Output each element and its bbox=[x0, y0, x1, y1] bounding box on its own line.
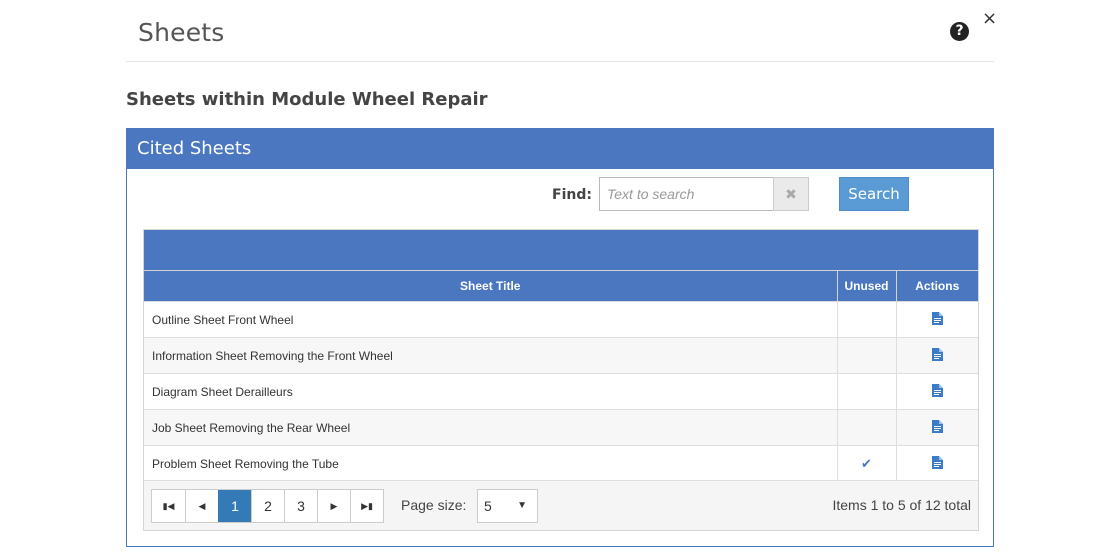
column-header-sheet-title[interactable]: Sheet Title bbox=[144, 270, 837, 302]
column-header-unused[interactable]: Unused bbox=[836, 270, 896, 302]
close-icon[interactable]: × bbox=[982, 8, 997, 29]
next-page-icon[interactable]: ▶ bbox=[317, 490, 350, 522]
pager-buttons: ▮◀ ◀ 1 2 3 ▶ ▶▮ bbox=[151, 489, 384, 523]
page-size-select[interactable]: 5 ▼ bbox=[477, 489, 538, 523]
find-label: Find: bbox=[552, 187, 592, 203]
actions-cell bbox=[895, 409, 978, 446]
table-row[interactable]: Problem Sheet Removing the Tube ✔ bbox=[144, 445, 978, 482]
page-button-1[interactable]: 1 bbox=[218, 490, 251, 522]
cited-sheets-panel: Cited Sheets Find: ✖ Search Sheet Title … bbox=[126, 128, 994, 547]
document-icon[interactable] bbox=[931, 383, 943, 400]
sheet-title-cell: Problem Sheet Removing the Tube bbox=[144, 445, 837, 482]
table-row[interactable]: Job Sheet Removing the Rear Wheel bbox=[144, 409, 978, 446]
page-size-label: Page size: bbox=[401, 497, 467, 513]
document-icon[interactable] bbox=[931, 311, 943, 328]
chevron-down-icon: ▼ bbox=[517, 500, 527, 511]
question-circle-icon[interactable]: ? bbox=[950, 22, 969, 41]
search-input[interactable] bbox=[599, 177, 774, 211]
unused-cell bbox=[836, 409, 896, 446]
unused-cell: ✔ bbox=[836, 445, 896, 482]
sheets-table: Sheet Title Unused Actions Outline Sheet… bbox=[144, 270, 978, 482]
sheets-grid: Sheet Title Unused Actions Outline Sheet… bbox=[143, 229, 979, 531]
checkmark-icon: ✔ bbox=[861, 455, 872, 471]
actions-cell bbox=[895, 445, 978, 482]
grid-toolbar bbox=[144, 230, 978, 270]
actions-cell bbox=[895, 373, 978, 410]
pager: ▮◀ ◀ 1 2 3 ▶ ▶▮ Page size: 5 ▼ Items 1 t… bbox=[144, 480, 978, 530]
modal-title: Sheets bbox=[138, 18, 225, 47]
column-header-actions: Actions bbox=[895, 270, 978, 302]
page-button-3[interactable]: 3 bbox=[284, 490, 317, 522]
document-icon[interactable] bbox=[931, 455, 943, 472]
first-page-icon[interactable]: ▮◀ bbox=[152, 490, 185, 522]
search-button[interactable]: Search bbox=[839, 177, 909, 211]
document-icon[interactable] bbox=[931, 347, 943, 364]
clear-search-button[interactable]: ✖ bbox=[773, 177, 809, 211]
page-subtitle: Sheets within Module Wheel Repair bbox=[126, 89, 488, 110]
table-row[interactable]: Outline Sheet Front Wheel bbox=[144, 301, 978, 338]
unused-cell bbox=[836, 301, 896, 338]
items-info: Items 1 to 5 of 12 total bbox=[832, 497, 971, 513]
last-page-icon[interactable]: ▶▮ bbox=[350, 490, 383, 522]
panel-heading: Cited Sheets bbox=[127, 129, 993, 169]
document-icon[interactable] bbox=[931, 419, 943, 436]
unused-cell bbox=[836, 337, 896, 374]
unused-cell bbox=[836, 373, 896, 410]
sheet-title-cell: Information Sheet Removing the Front Whe… bbox=[144, 337, 837, 374]
actions-cell bbox=[895, 301, 978, 338]
page-button-2[interactable]: 2 bbox=[251, 490, 284, 522]
page-size-value: 5 bbox=[484, 498, 492, 514]
previous-page-icon[interactable]: ◀ bbox=[185, 490, 218, 522]
actions-cell bbox=[895, 337, 978, 374]
table-row[interactable]: Diagram Sheet Derailleurs bbox=[144, 373, 978, 410]
sheet-title-cell: Diagram Sheet Derailleurs bbox=[144, 373, 837, 410]
sheet-title-cell: Outline Sheet Front Wheel bbox=[144, 301, 837, 338]
table-row[interactable]: Information Sheet Removing the Front Whe… bbox=[144, 337, 978, 374]
header-divider bbox=[126, 61, 994, 62]
sheet-title-cell: Job Sheet Removing the Rear Wheel bbox=[144, 409, 837, 446]
